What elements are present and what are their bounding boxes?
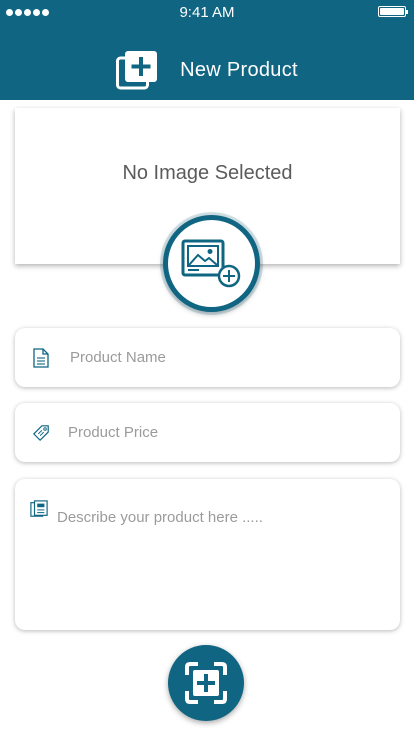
battery-icon (378, 6, 408, 17)
product-name-input[interactable] (70, 349, 370, 366)
description-field (15, 479, 400, 630)
add-product-button[interactable] (168, 645, 244, 721)
product-price-input[interactable] (68, 424, 368, 441)
status-bar: 9:41 AM (0, 0, 414, 24)
product-name-field (15, 328, 400, 387)
app-header: 9:41 AM New Product (0, 0, 414, 100)
new-product-screen: 9:41 AM New Product No Image Selected (0, 0, 414, 736)
document-icon (33, 347, 49, 368)
status-time: 9:41 AM (179, 4, 235, 21)
header-title-row: New Product (0, 48, 414, 92)
page-title: New Product (180, 58, 298, 81)
product-price-field (15, 403, 400, 462)
add-frame-icon (185, 662, 227, 704)
price-tag-icon (32, 424, 49, 441)
add-image-button[interactable] (163, 215, 260, 312)
notes-icon (30, 500, 48, 517)
add-image-icon (181, 239, 240, 287)
description-input[interactable] (57, 509, 377, 609)
add-item-icon (116, 51, 158, 90)
